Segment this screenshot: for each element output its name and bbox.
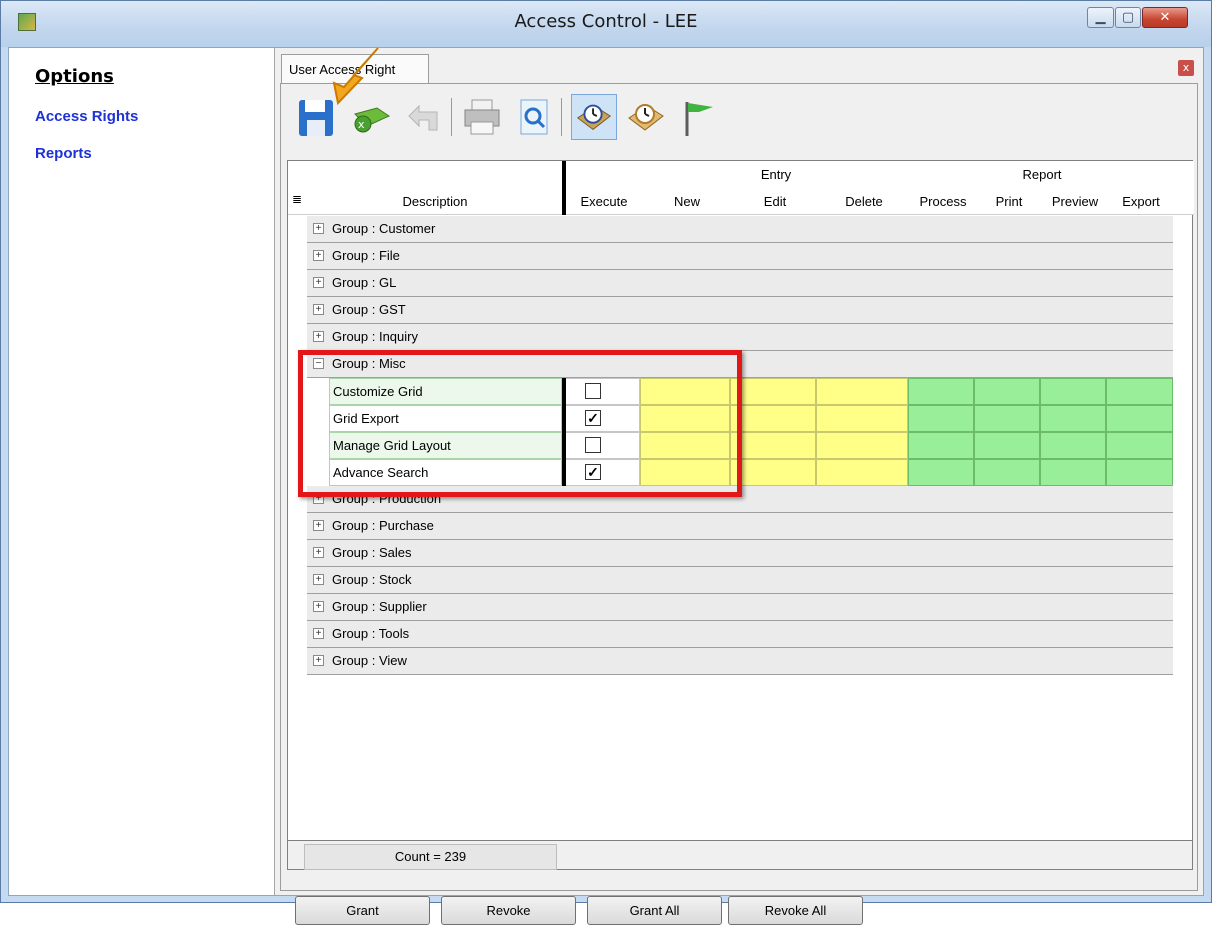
preview-cell[interactable] xyxy=(1040,405,1106,432)
column-execute[interactable]: Execute xyxy=(566,194,642,209)
preview-cell[interactable] xyxy=(1040,378,1106,405)
clock-alt-button[interactable] xyxy=(623,94,669,140)
group-row[interactable]: + Group : Inquiry xyxy=(307,324,1173,351)
group-row[interactable]: + Group : Supplier xyxy=(307,594,1173,621)
access-grid: Entry Report ≣ Description Execute New E… xyxy=(287,160,1194,864)
expand-icon[interactable]: + xyxy=(313,655,324,666)
column-description[interactable]: Description xyxy=(308,194,562,209)
expand-icon[interactable]: + xyxy=(313,520,324,531)
print-cell[interactable] xyxy=(974,378,1040,405)
grid-header: Entry Report ≣ Description Execute New E… xyxy=(288,161,1194,215)
clock-icon xyxy=(576,104,612,131)
undo-icon xyxy=(408,104,438,131)
clock-alt-icon xyxy=(628,104,664,131)
toolbar-separator xyxy=(561,98,562,136)
app-window: Access Control - LEE ▁ ▢ ✕ Options Acces… xyxy=(0,0,1212,925)
toolbar-separator xyxy=(451,98,452,136)
expand-icon[interactable]: + xyxy=(313,304,324,315)
group-row[interactable]: + Group : GST xyxy=(307,297,1173,324)
sidebar-item-reports[interactable]: Reports xyxy=(35,145,92,162)
misc-highlight-box xyxy=(298,350,742,497)
svg-text:x: x xyxy=(358,118,365,131)
column-delete[interactable]: Delete xyxy=(818,194,910,209)
group-row[interactable]: + Group : Tools xyxy=(307,621,1173,648)
group-row[interactable]: + Group : Customer xyxy=(307,216,1173,243)
expand-icon[interactable]: + xyxy=(313,628,324,639)
preview-cell[interactable] xyxy=(1040,459,1106,486)
group-row[interactable]: + Group : File xyxy=(307,243,1173,270)
count-label: Count = 239 xyxy=(304,844,557,870)
revoke-all-button[interactable]: Revoke All xyxy=(728,896,863,925)
preview-button[interactable] xyxy=(511,94,557,140)
group-row[interactable]: + Group : View xyxy=(307,648,1173,675)
minimize-button[interactable]: ▁ xyxy=(1087,7,1114,28)
expand-icon[interactable]: + xyxy=(313,547,324,558)
entry-group-header: Entry xyxy=(760,167,792,182)
column-new[interactable]: New xyxy=(642,194,732,209)
column-export[interactable]: Export xyxy=(1108,194,1174,209)
process-cell[interactable] xyxy=(908,405,974,432)
expand-icon[interactable]: + xyxy=(313,277,324,288)
close-button[interactable]: ✕ xyxy=(1142,7,1188,28)
grant-button[interactable]: Grant xyxy=(295,896,430,925)
flag-button[interactable] xyxy=(675,94,721,140)
expand-icon[interactable]: + xyxy=(313,601,324,612)
export-cell[interactable] xyxy=(1106,405,1173,432)
title-bar[interactable]: Access Control - LEE ▁ ▢ ✕ xyxy=(1,1,1211,47)
close-tab-icon[interactable]: x xyxy=(1178,60,1194,76)
grant-all-button[interactable]: Grant All xyxy=(587,896,722,925)
print-icon xyxy=(464,99,500,135)
column-preview[interactable]: Preview xyxy=(1042,194,1108,209)
delete-cell[interactable] xyxy=(816,405,908,432)
process-cell[interactable] xyxy=(908,459,974,486)
row-selector-icon: ≣ xyxy=(292,192,303,206)
flag-icon xyxy=(685,102,713,136)
edit-cell[interactable] xyxy=(730,405,816,432)
expand-icon[interactable]: + xyxy=(313,250,324,261)
edit-cell[interactable] xyxy=(730,432,816,459)
pointer-arrow-icon xyxy=(332,47,379,106)
report-group-header: Report xyxy=(1022,167,1062,182)
column-edit[interactable]: Edit xyxy=(732,194,818,209)
delete-cell[interactable] xyxy=(816,378,908,405)
options-sidebar: Options Access Rights Reports xyxy=(9,48,275,895)
delete-cell[interactable] xyxy=(816,432,908,459)
expand-icon[interactable]: + xyxy=(313,223,324,234)
edit-cell[interactable] xyxy=(730,459,816,486)
print-button[interactable] xyxy=(459,94,505,140)
preview-cell[interactable] xyxy=(1040,432,1106,459)
export-cell[interactable] xyxy=(1106,459,1173,486)
print-cell[interactable] xyxy=(974,459,1040,486)
export-cell[interactable] xyxy=(1106,432,1173,459)
expand-icon[interactable]: + xyxy=(313,331,324,342)
group-row[interactable]: + Group : Purchase xyxy=(307,513,1173,540)
column-print[interactable]: Print xyxy=(976,194,1042,209)
group-row[interactable]: + Group : Sales xyxy=(307,540,1173,567)
undo-button[interactable] xyxy=(399,94,445,140)
delete-cell[interactable] xyxy=(816,459,908,486)
group-row[interactable]: + Group : Stock xyxy=(307,567,1173,594)
print-cell[interactable] xyxy=(974,432,1040,459)
print-cell[interactable] xyxy=(974,405,1040,432)
edit-cell[interactable] xyxy=(730,378,816,405)
export-cell[interactable] xyxy=(1106,378,1173,405)
options-heading: Options xyxy=(35,66,114,87)
grid-footer: Count = 239 xyxy=(287,840,1193,870)
preview-icon xyxy=(520,99,548,135)
process-cell[interactable] xyxy=(908,432,974,459)
column-process[interactable]: Process xyxy=(910,194,976,209)
clock-button[interactable] xyxy=(571,94,617,140)
revoke-button[interactable]: Revoke xyxy=(441,896,576,925)
sidebar-item-access-rights[interactable]: Access Rights xyxy=(35,108,138,125)
group-row[interactable]: + Group : GL xyxy=(307,270,1173,297)
expand-icon[interactable]: + xyxy=(313,574,324,585)
process-cell[interactable] xyxy=(908,378,974,405)
window-title: Access Control - LEE xyxy=(514,11,698,32)
maximize-button[interactable]: ▢ xyxy=(1115,7,1141,28)
